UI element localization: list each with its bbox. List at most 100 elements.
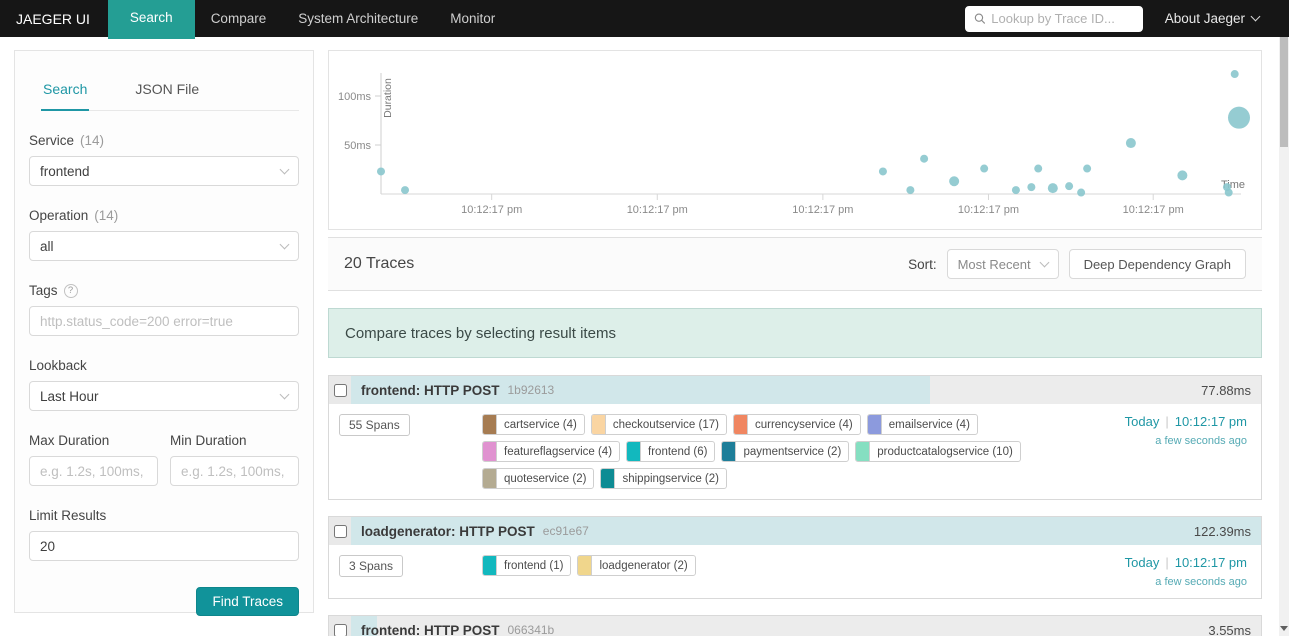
trace-time: 10:12:17 pm [1174, 414, 1247, 429]
min-duration-label: Min Duration [170, 433, 247, 448]
trace-time: 10:12:17 pm [1174, 555, 1247, 570]
service-tag-label: productcatalogservice (10) [869, 442, 1020, 461]
service-tag[interactable]: loadgenerator (2) [577, 555, 696, 576]
service-tag[interactable]: frontend (6) [626, 441, 716, 462]
trace-scatter-point[interactable] [1027, 183, 1036, 192]
scrollbar-down-arrow-icon[interactable] [1280, 626, 1288, 631]
service-tag[interactable]: featureflagservice (4) [482, 441, 621, 462]
trace-checkbox-cell [329, 616, 351, 636]
about-jaeger-menu[interactable]: About Jaeger [1165, 11, 1261, 26]
trace-select-checkbox[interactable] [333, 524, 347, 538]
trace-id-input[interactable] [991, 11, 1134, 26]
service-tag-label: paymentservice (2) [735, 442, 848, 461]
help-icon[interactable]: ? [63, 283, 78, 298]
trace-checkbox-cell [329, 517, 351, 545]
trace-scatter-point[interactable] [906, 186, 915, 195]
min-duration-input[interactable] [170, 456, 299, 486]
service-tag[interactable]: emailservice (4) [866, 414, 978, 435]
nav-tab-monitor[interactable]: Monitor [434, 0, 511, 37]
lookback-select[interactable]: Last Hour [29, 381, 299, 411]
service-color-chip [627, 442, 641, 461]
trace-select-checkbox[interactable] [333, 383, 347, 397]
x-axis-tick-label: 10:12:17 pm [461, 204, 522, 216]
sort-select[interactable]: Most Recent [946, 249, 1059, 279]
service-tag[interactable]: checkoutservice (17) [590, 414, 727, 435]
scrollbar-thumb[interactable] [1280, 35, 1288, 147]
trace-duration: 122.39ms [1193, 523, 1251, 539]
limit-results-input[interactable] [29, 531, 299, 561]
trace-scatter-point[interactable] [1011, 186, 1020, 195]
lookback-label: Lookback [29, 358, 87, 373]
service-tag-label: shippingservice (2) [614, 469, 726, 488]
trace-scatter-point[interactable] [949, 176, 960, 187]
service-tag[interactable]: frontend (1) [482, 555, 572, 576]
sidebar-tabs: Search JSON File [41, 73, 299, 111]
trace-scatter-point[interactable] [401, 186, 410, 195]
trace-scatter-point[interactable] [1228, 106, 1250, 129]
service-tags: cartservice (4) checkoutservice (17) curre… [482, 414, 1022, 489]
max-duration-input[interactable] [29, 456, 158, 486]
trace-scatter-point[interactable] [878, 167, 887, 176]
service-tag[interactable]: quoteservice (2) [482, 468, 595, 489]
trace-scatter-point[interactable] [1230, 70, 1239, 79]
trace-body: 3 Spans frontend (1) loadgenerator (2) Toda… [329, 545, 1261, 598]
sort-label: Sort: [908, 256, 937, 272]
y-axis-title: Duration [382, 78, 394, 118]
service-color-chip [483, 415, 496, 434]
trace-scatter-point[interactable] [920, 154, 929, 163]
x-axis-tick-label: 10:12:17 pm [792, 204, 853, 216]
service-color-chip [483, 556, 496, 575]
date-time-separator: | [1165, 555, 1169, 570]
trace-date-column: Today | 10:12:17 pm a few seconds ago [1125, 414, 1251, 489]
trace-date-column: Today | 10:12:17 pm a few seconds ago [1125, 555, 1251, 588]
nav-tab-system-architecture[interactable]: System Architecture [282, 0, 434, 37]
service-tag-label: frontend (1) [496, 556, 570, 575]
deep-dependency-graph-button[interactable]: Deep Dependency Graph [1068, 249, 1246, 279]
trace-duration-bar-area: frontend: HTTP POST 1b92613 77.88ms [351, 376, 1261, 404]
trace-header: loadgenerator: HTTP POST ec91e67 122.39ms [329, 517, 1261, 545]
tags-input[interactable] [29, 306, 299, 336]
trace-scatter-point[interactable] [1125, 138, 1136, 149]
trace-id: 1b92613 [507, 383, 555, 397]
trace-scatter-point[interactable] [1034, 164, 1043, 173]
tab-search[interactable]: Search [41, 73, 90, 111]
service-tag[interactable]: paymentservice (2) [721, 441, 850, 462]
trace-result-card[interactable]: frontend: HTTP POST 1b92613 77.88ms 55 Span… [328, 375, 1262, 500]
service-tag[interactable]: currencyservice (4) [732, 414, 861, 435]
nav-tab-compare[interactable]: Compare [195, 0, 283, 37]
chevron-down-icon [1250, 11, 1261, 22]
find-traces-button[interactable]: Find Traces [196, 587, 299, 616]
service-tag[interactable]: cartservice (4) [482, 414, 585, 435]
service-tags: frontend (1) loadgenerator (2) [482, 555, 1022, 588]
trace-duration: 3.55ms [1208, 622, 1251, 636]
trace-result-card[interactable]: frontend: HTTP POST 066341b 3.55ms [328, 615, 1262, 636]
service-color-chip [578, 556, 592, 575]
trace-body: 55 Spans cartservice (4) checkoutservice (… [329, 404, 1261, 499]
trace-id: ec91e67 [542, 524, 589, 538]
nav-tab-search[interactable]: Search [107, 0, 195, 39]
trace-result-card[interactable]: loadgenerator: HTTP POST ec91e67 122.39ms 3… [328, 516, 1262, 599]
trace-header: frontend: HTTP POST 066341b 3.55ms [329, 616, 1261, 636]
trace-scatter-point[interactable] [377, 167, 385, 176]
trace-scatter-point[interactable] [1083, 164, 1092, 173]
vertical-scrollbar[interactable] [1279, 32, 1289, 636]
trace-scatter-point[interactable] [1177, 170, 1188, 181]
duration-scatter-plot[interactable]: 50ms 100ms 10:12:17 pm 10:12:17 pm 10:12:17 … [329, 51, 1261, 229]
operation-select[interactable]: all [29, 231, 299, 261]
trace-select-checkbox[interactable] [333, 623, 347, 636]
limit-results-label: Limit Results [29, 508, 107, 523]
trace-scatter-point[interactable] [1077, 188, 1086, 197]
service-tag[interactable]: productcatalogservice (10) [855, 441, 1021, 462]
service-tag-label: emailservice (4) [880, 415, 977, 434]
trace-scatter-point[interactable] [1224, 188, 1233, 197]
trace-results-list: frontend: HTTP POST 1b92613 77.88ms 55 Span… [328, 375, 1262, 636]
trace-scatter-point[interactable] [1065, 182, 1074, 191]
trace-scatter-point[interactable] [1047, 183, 1058, 194]
tab-json-file[interactable]: JSON File [133, 73, 201, 110]
service-select[interactable]: frontend [29, 156, 299, 186]
trace-count-title: 20 Traces [344, 255, 415, 272]
service-tag[interactable]: shippingservice (2) [600, 468, 727, 489]
service-tag-label: frontend (6) [640, 442, 714, 461]
trace-scatter-point[interactable] [980, 164, 989, 173]
trace-duration-bar-area: loadgenerator: HTTP POST ec91e67 122.39ms [351, 517, 1261, 545]
